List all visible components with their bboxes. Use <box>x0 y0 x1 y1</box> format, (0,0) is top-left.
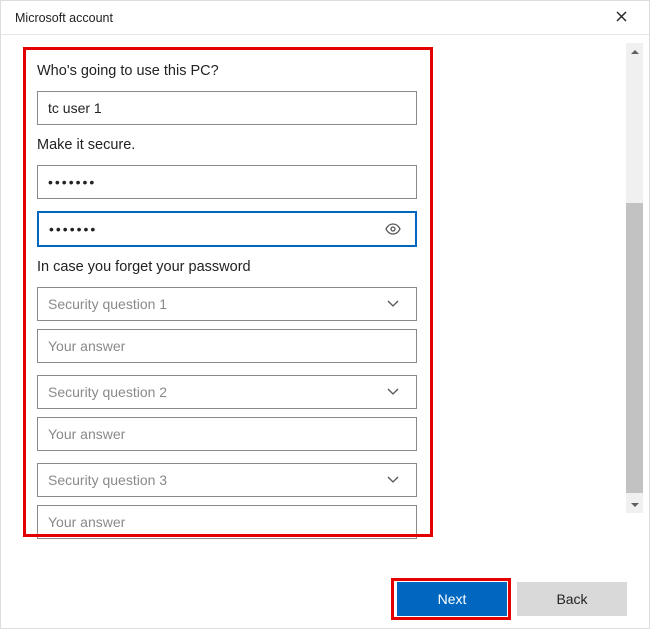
password-label: Make it secure. <box>37 137 419 153</box>
security-answer-3-input[interactable] <box>37 505 417 539</box>
security-question-3-select[interactable]: Security question 3 <box>37 463 417 497</box>
scroll-down-button[interactable] <box>626 496 643 513</box>
scroll-thumb[interactable] <box>626 203 643 493</box>
password-input[interactable] <box>37 165 417 199</box>
security-question-3-placeholder: Security question 3 <box>48 472 167 488</box>
reveal-password-button[interactable] <box>385 223 401 235</box>
close-icon <box>616 11 627 22</box>
security-question-2-wrap: Security question 2 <box>37 375 419 409</box>
security-question-1-placeholder: Security question 1 <box>48 296 167 312</box>
security-answer-2-input[interactable] <box>37 417 417 451</box>
close-button[interactable] <box>608 7 635 29</box>
confirm-password-field-wrap <box>37 211 419 247</box>
username-input[interactable] <box>37 91 417 125</box>
username-field-wrap <box>37 91 419 125</box>
scroll-up-button[interactable] <box>626 43 643 60</box>
back-button[interactable]: Back <box>517 582 627 616</box>
username-label: Who's going to use this PC? <box>37 63 419 79</box>
dialog-body: Who's going to use this PC? Make it secu… <box>1 35 649 628</box>
confirm-password-input[interactable] <box>37 211 417 247</box>
security-question-2-select[interactable]: Security question 2 <box>37 375 417 409</box>
security-question-1-wrap: Security question 1 <box>37 287 419 321</box>
security-question-3-wrap: Security question 3 <box>37 463 419 497</box>
security-answer-1-input[interactable] <box>37 329 417 363</box>
security-question-2-placeholder: Security question 2 <box>48 384 167 400</box>
caret-up-icon <box>631 49 639 55</box>
content-area: Who's going to use this PC? Make it secu… <box>1 35 626 628</box>
dialog-window: Microsoft account Who's going to use thi… <box>0 0 650 629</box>
vertical-scrollbar[interactable] <box>626 43 643 513</box>
footer-buttons: Next Back <box>397 582 627 616</box>
security-questions-label: In case you forget your password <box>37 259 419 275</box>
next-button[interactable]: Next <box>397 582 507 616</box>
caret-down-icon <box>631 502 639 508</box>
window-title: Microsoft account <box>15 11 113 25</box>
password-field-wrap <box>37 165 419 199</box>
title-bar: Microsoft account <box>1 1 649 35</box>
form: Who's going to use this PC? Make it secu… <box>23 51 423 551</box>
eye-icon <box>385 223 401 235</box>
security-question-1-select[interactable]: Security question 1 <box>37 287 417 321</box>
